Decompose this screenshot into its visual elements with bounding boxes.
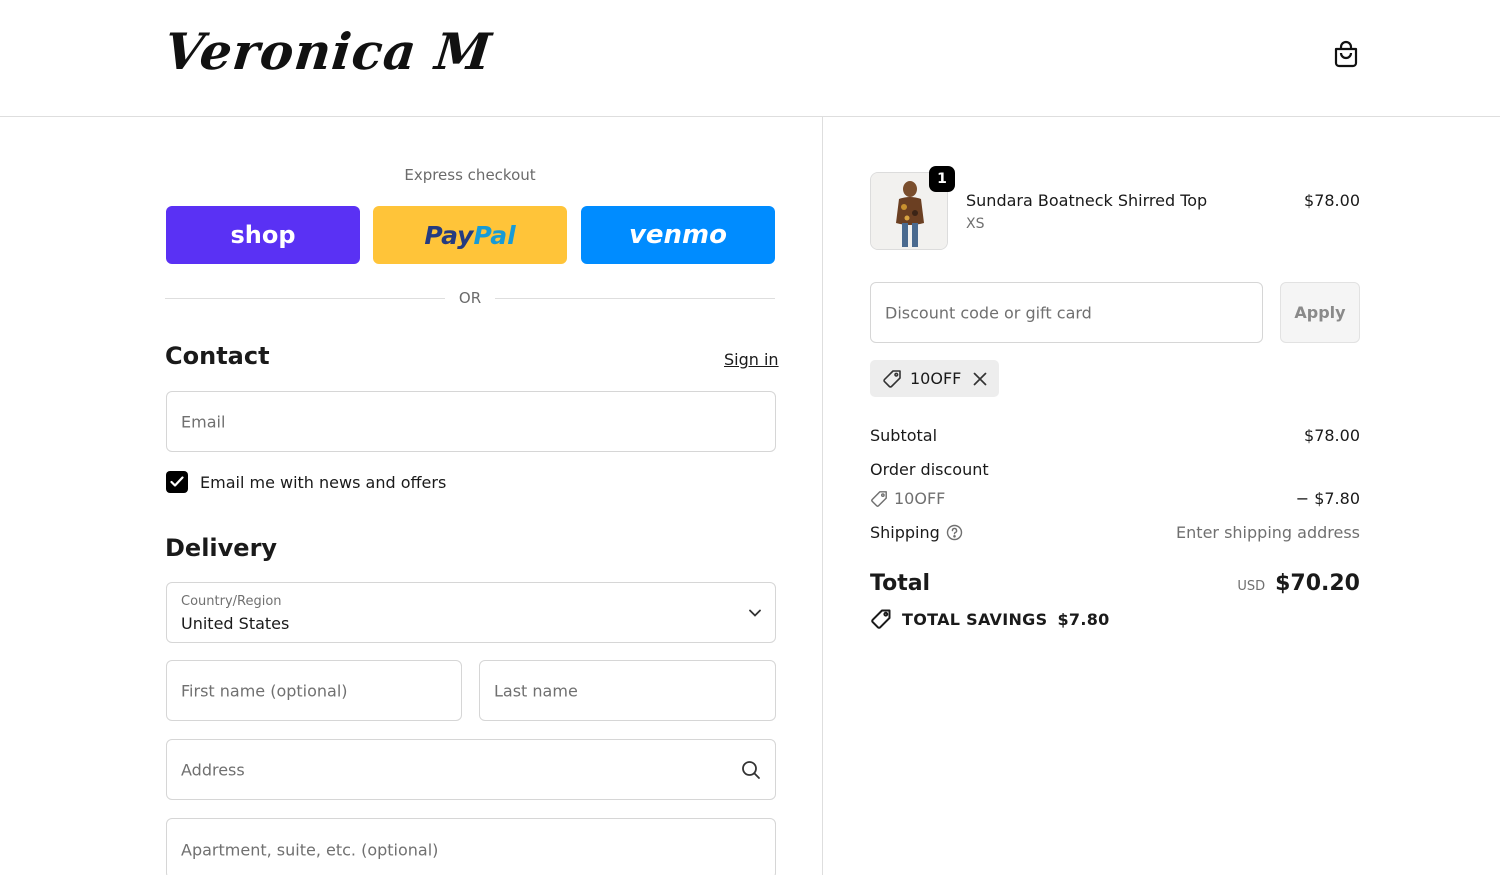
applied-code-text: 10OFF [910, 369, 962, 388]
discount-code-group: 10OFF [870, 489, 945, 508]
country-value: United States [181, 614, 290, 633]
venmo-button[interactable]: venmo [581, 206, 775, 264]
or-line-left [165, 297, 445, 299]
search-icon[interactable] [741, 760, 761, 780]
total-savings-label: TOTAL SAVINGS [902, 609, 1048, 629]
paypal-button[interactable]: Pay Pal [373, 206, 567, 264]
tag-icon [870, 490, 888, 508]
apartment-placeholder: Apartment, suite, etc. (optional) [181, 840, 439, 860]
total-value: $70.20 [1275, 571, 1360, 596]
discount-value: − $7.80 [1295, 489, 1360, 508]
shop-pay-label: shop [230, 221, 296, 249]
shipping-label: Shipping [870, 523, 940, 542]
paypal-label-part1: Pay [424, 220, 474, 250]
header: Veronica M [0, 0, 1500, 117]
total-label: Total [870, 571, 931, 596]
last-name-field[interactable]: Last name [479, 660, 776, 721]
address-placeholder: Address [181, 760, 245, 779]
tag-icon [870, 608, 892, 630]
apartment-field[interactable]: Apartment, suite, etc. (optional) [166, 818, 776, 875]
total-savings-value: $7.80 [1057, 609, 1110, 629]
product-name: Sundara Boatneck Shirred Top [966, 191, 1208, 210]
shipping-group: Shipping [870, 523, 963, 542]
last-name-placeholder: Last name [494, 681, 578, 700]
total-amount-group: USD $70.20 [1237, 571, 1360, 596]
shipping-row: Shipping Enter shipping address [870, 523, 1360, 542]
store-logo[interactable]: Veronica M [162, 22, 495, 81]
or-line-right [495, 297, 776, 299]
order-discount-row: Order discount [870, 460, 1360, 479]
total-savings: TOTAL SAVINGS $7.80 [870, 608, 1110, 630]
newsletter-checkbox[interactable] [166, 471, 188, 493]
paypal-label-part2: Pal [473, 220, 516, 250]
discount-code-text: 10OFF [894, 489, 946, 508]
email-field[interactable]: Email [166, 391, 776, 452]
chevron-down-icon [749, 609, 761, 617]
total-row: Total USD $70.20 [870, 571, 1360, 596]
newsletter-label: Email me with news and offers [200, 472, 447, 492]
discount-code-row: 10OFF − $7.80 [870, 489, 1360, 508]
contact-heading: Contact [165, 342, 270, 370]
applied-discount-chip: 10OFF [870, 360, 1000, 397]
or-text: OR [458, 289, 482, 307]
shopping-bag-icon[interactable] [1330, 38, 1362, 70]
shipping-value: Enter shipping address [1176, 523, 1360, 542]
tag-icon [882, 369, 902, 389]
checkmark-icon [170, 476, 184, 487]
sign-in-link[interactable]: Sign in [724, 350, 779, 369]
address-field[interactable]: Address [166, 739, 776, 800]
subtotal-label: Subtotal [870, 426, 938, 445]
product-variant: XS [966, 216, 985, 232]
or-divider: OR [165, 288, 776, 308]
first-name-placeholder: First name (optional) [181, 681, 348, 700]
email-placeholder: Email [181, 412, 226, 431]
column-divider [822, 117, 823, 875]
subtotal-row: Subtotal $78.00 [870, 426, 1360, 445]
express-checkout-title: Express checkout [404, 166, 536, 184]
newsletter-checkbox-row[interactable]: Email me with news and offers [166, 471, 446, 493]
quantity-badge: 1 [929, 166, 955, 192]
first-name-field[interactable]: First name (optional) [166, 660, 462, 721]
shop-pay-button[interactable]: shop [166, 206, 360, 264]
product-price: $78.00 [1304, 191, 1360, 210]
delivery-heading: Delivery [165, 534, 278, 562]
close-icon[interactable] [973, 372, 987, 386]
venmo-label: venmo [628, 220, 728, 250]
order-discount-label: Order discount [870, 460, 989, 479]
apply-button[interactable]: Apply [1280, 282, 1360, 343]
help-icon[interactable] [946, 524, 963, 541]
country-select[interactable]: Country/Region United States [166, 582, 776, 643]
discount-placeholder: Discount code or gift card [885, 303, 1092, 322]
subtotal-value: $78.00 [1304, 426, 1360, 445]
discount-code-field[interactable]: Discount code or gift card [870, 282, 1263, 343]
country-label: Country/Region [181, 594, 282, 609]
total-currency: USD [1237, 579, 1266, 594]
